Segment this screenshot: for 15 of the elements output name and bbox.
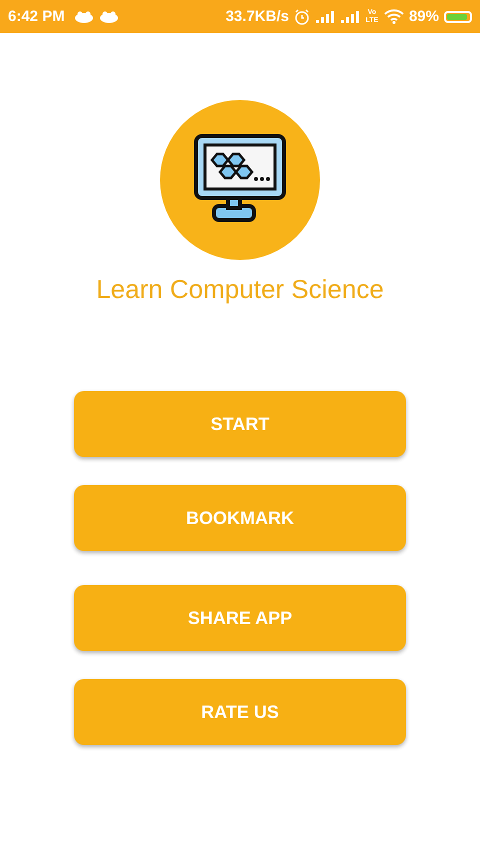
battery-icon xyxy=(444,10,472,22)
network-speed: 33.7KB/s xyxy=(226,8,289,25)
menu-button[interactable]: BOOKMARK xyxy=(74,485,406,551)
status-time: 6:42 PM xyxy=(8,8,65,25)
cloud-icon xyxy=(74,10,94,22)
app-title: Learn Computer Science xyxy=(95,274,385,305)
battery-percent: 89% xyxy=(408,8,439,25)
alarm-icon xyxy=(294,8,310,24)
wifi-icon xyxy=(384,9,404,24)
menu-button[interactable]: RATE US xyxy=(74,679,406,745)
cloud-icon xyxy=(98,10,119,22)
menu-button[interactable]: START xyxy=(74,391,406,457)
signal-icon xyxy=(314,10,335,22)
signal-icon xyxy=(340,10,360,22)
menu-button[interactable]: SHARE APP xyxy=(74,585,406,651)
